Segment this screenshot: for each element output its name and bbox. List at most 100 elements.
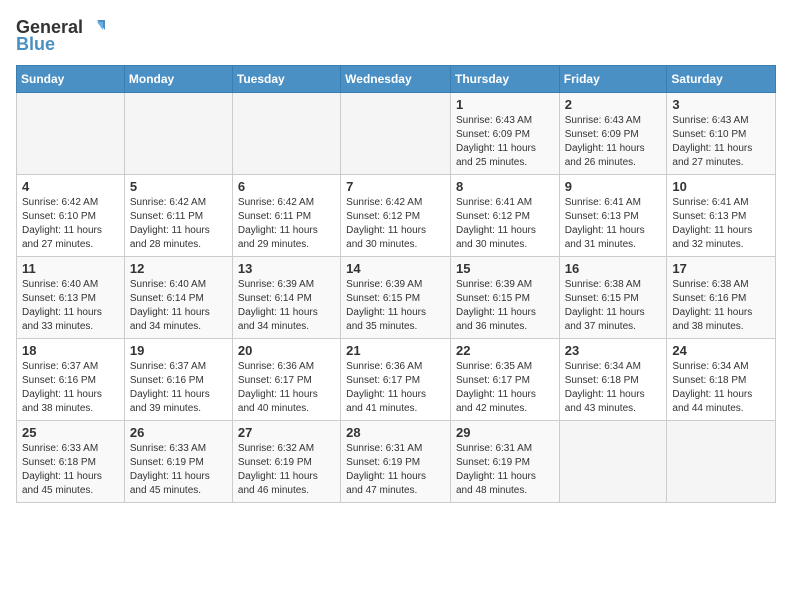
day-info: Sunrise: 6:43 AM Sunset: 6:09 PM Dayligh… xyxy=(565,114,662,170)
day-info: Sunrise: 6:32 AM Sunset: 6:19 PM Dayligh… xyxy=(238,442,335,498)
day-number: 28 xyxy=(346,425,445,440)
day-number: 1 xyxy=(456,97,554,112)
day-info: Sunrise: 6:42 AM Sunset: 6:11 PM Dayligh… xyxy=(238,196,335,252)
day-info: Sunrise: 6:37 AM Sunset: 6:16 PM Dayligh… xyxy=(130,360,227,416)
calendar-cell: 26 Sunrise: 6:33 AM Sunset: 6:19 PM Dayli… xyxy=(124,421,232,503)
calendar-cell: 27 Sunrise: 6:32 AM Sunset: 6:19 PM Dayli… xyxy=(232,421,340,503)
day-info: Sunrise: 6:43 AM Sunset: 6:09 PM Dayligh… xyxy=(456,114,554,170)
calendar-cell: 28 Sunrise: 6:31 AM Sunset: 6:19 PM Dayli… xyxy=(341,421,451,503)
day-info: Sunrise: 6:35 AM Sunset: 6:17 PM Dayligh… xyxy=(456,360,554,416)
calendar-cell: 19 Sunrise: 6:37 AM Sunset: 6:16 PM Dayli… xyxy=(124,339,232,421)
day-of-week-header: Thursday xyxy=(450,66,559,93)
day-number: 3 xyxy=(672,97,770,112)
day-of-week-header: Monday xyxy=(124,66,232,93)
day-info: Sunrise: 6:34 AM Sunset: 6:18 PM Dayligh… xyxy=(672,360,770,416)
day-number: 26 xyxy=(130,425,227,440)
day-number: 7 xyxy=(346,179,445,194)
calendar-cell: 12 Sunrise: 6:40 AM Sunset: 6:14 PM Dayli… xyxy=(124,257,232,339)
day-of-week-header: Wednesday xyxy=(341,66,451,93)
day-info: Sunrise: 6:33 AM Sunset: 6:19 PM Dayligh… xyxy=(130,442,227,498)
calendar-cell xyxy=(232,93,340,175)
calendar-cell xyxy=(17,93,125,175)
day-info: Sunrise: 6:42 AM Sunset: 6:12 PM Dayligh… xyxy=(346,196,445,252)
day-number: 24 xyxy=(672,343,770,358)
calendar-cell xyxy=(124,93,232,175)
day-info: Sunrise: 6:39 AM Sunset: 6:15 PM Dayligh… xyxy=(456,278,554,334)
day-number: 21 xyxy=(346,343,445,358)
calendar-cell: 9 Sunrise: 6:41 AM Sunset: 6:13 PM Daylig… xyxy=(559,175,667,257)
day-number: 6 xyxy=(238,179,335,194)
calendar-cell: 24 Sunrise: 6:34 AM Sunset: 6:18 PM Dayli… xyxy=(667,339,776,421)
calendar-header-row: SundayMondayTuesdayWednesdayThursdayFrid… xyxy=(17,66,776,93)
day-info: Sunrise: 6:40 AM Sunset: 6:13 PM Dayligh… xyxy=(22,278,119,334)
calendar-cell: 5 Sunrise: 6:42 AM Sunset: 6:11 PM Daylig… xyxy=(124,175,232,257)
calendar-cell: 21 Sunrise: 6:36 AM Sunset: 6:17 PM Dayli… xyxy=(341,339,451,421)
page-header: General Blue xyxy=(16,16,776,55)
day-info: Sunrise: 6:41 AM Sunset: 6:13 PM Dayligh… xyxy=(565,196,662,252)
calendar-cell: 22 Sunrise: 6:35 AM Sunset: 6:17 PM Dayli… xyxy=(450,339,559,421)
day-info: Sunrise: 6:38 AM Sunset: 6:15 PM Dayligh… xyxy=(565,278,662,334)
day-number: 5 xyxy=(130,179,227,194)
day-number: 4 xyxy=(22,179,119,194)
day-number: 2 xyxy=(565,97,662,112)
day-info: Sunrise: 6:42 AM Sunset: 6:10 PM Dayligh… xyxy=(22,196,119,252)
day-number: 10 xyxy=(672,179,770,194)
calendar-cell xyxy=(559,421,667,503)
calendar-cell: 25 Sunrise: 6:33 AM Sunset: 6:18 PM Dayli… xyxy=(17,421,125,503)
calendar-cell: 7 Sunrise: 6:42 AM Sunset: 6:12 PM Daylig… xyxy=(341,175,451,257)
day-number: 19 xyxy=(130,343,227,358)
calendar-cell: 6 Sunrise: 6:42 AM Sunset: 6:11 PM Daylig… xyxy=(232,175,340,257)
calendar-cell xyxy=(341,93,451,175)
day-info: Sunrise: 6:42 AM Sunset: 6:11 PM Dayligh… xyxy=(130,196,227,252)
day-number: 11 xyxy=(22,261,119,276)
day-info: Sunrise: 6:34 AM Sunset: 6:18 PM Dayligh… xyxy=(565,360,662,416)
day-number: 20 xyxy=(238,343,335,358)
logo: General Blue xyxy=(16,16,107,55)
day-info: Sunrise: 6:41 AM Sunset: 6:12 PM Dayligh… xyxy=(456,196,554,252)
day-number: 15 xyxy=(456,261,554,276)
calendar-week-row: 25 Sunrise: 6:33 AM Sunset: 6:18 PM Dayli… xyxy=(17,421,776,503)
calendar-cell: 4 Sunrise: 6:42 AM Sunset: 6:10 PM Daylig… xyxy=(17,175,125,257)
day-number: 8 xyxy=(456,179,554,194)
day-of-week-header: Sunday xyxy=(17,66,125,93)
day-number: 12 xyxy=(130,261,227,276)
calendar-table: SundayMondayTuesdayWednesdayThursdayFrid… xyxy=(16,65,776,503)
calendar-cell: 10 Sunrise: 6:41 AM Sunset: 6:13 PM Dayli… xyxy=(667,175,776,257)
day-number: 27 xyxy=(238,425,335,440)
day-info: Sunrise: 6:38 AM Sunset: 6:16 PM Dayligh… xyxy=(672,278,770,334)
day-info: Sunrise: 6:31 AM Sunset: 6:19 PM Dayligh… xyxy=(456,442,554,498)
day-number: 9 xyxy=(565,179,662,194)
day-of-week-header: Saturday xyxy=(667,66,776,93)
day-info: Sunrise: 6:40 AM Sunset: 6:14 PM Dayligh… xyxy=(130,278,227,334)
calendar-cell: 16 Sunrise: 6:38 AM Sunset: 6:15 PM Dayli… xyxy=(559,257,667,339)
day-info: Sunrise: 6:33 AM Sunset: 6:18 PM Dayligh… xyxy=(22,442,119,498)
calendar-cell: 2 Sunrise: 6:43 AM Sunset: 6:09 PM Daylig… xyxy=(559,93,667,175)
day-number: 14 xyxy=(346,261,445,276)
logo-bird-icon xyxy=(85,16,107,38)
calendar-week-row: 11 Sunrise: 6:40 AM Sunset: 6:13 PM Dayli… xyxy=(17,257,776,339)
day-info: Sunrise: 6:36 AM Sunset: 6:17 PM Dayligh… xyxy=(346,360,445,416)
calendar-cell: 29 Sunrise: 6:31 AM Sunset: 6:19 PM Dayli… xyxy=(450,421,559,503)
calendar-cell xyxy=(667,421,776,503)
day-number: 13 xyxy=(238,261,335,276)
calendar-cell: 14 Sunrise: 6:39 AM Sunset: 6:15 PM Dayli… xyxy=(341,257,451,339)
calendar-cell: 17 Sunrise: 6:38 AM Sunset: 6:16 PM Dayli… xyxy=(667,257,776,339)
day-of-week-header: Tuesday xyxy=(232,66,340,93)
day-number: 16 xyxy=(565,261,662,276)
calendar-cell: 20Sunrise: 6:36 AM Sunset: 6:17 PM Dayli… xyxy=(232,339,340,421)
calendar-week-row: 18Sunrise: 6:37 AM Sunset: 6:16 PM Dayli… xyxy=(17,339,776,421)
calendar-cell: 18Sunrise: 6:37 AM Sunset: 6:16 PM Dayli… xyxy=(17,339,125,421)
calendar-week-row: 1 Sunrise: 6:43 AM Sunset: 6:09 PM Daylig… xyxy=(17,93,776,175)
day-number: 25 xyxy=(22,425,119,440)
day-info: Sunrise: 6:31 AM Sunset: 6:19 PM Dayligh… xyxy=(346,442,445,498)
day-info: Sunrise: 6:37 AM Sunset: 6:16 PM Dayligh… xyxy=(22,360,119,416)
day-of-week-header: Friday xyxy=(559,66,667,93)
day-number: 29 xyxy=(456,425,554,440)
day-number: 22 xyxy=(456,343,554,358)
logo-blue: Blue xyxy=(16,34,55,55)
day-info: Sunrise: 6:39 AM Sunset: 6:15 PM Dayligh… xyxy=(346,278,445,334)
day-number: 17 xyxy=(672,261,770,276)
day-info: Sunrise: 6:41 AM Sunset: 6:13 PM Dayligh… xyxy=(672,196,770,252)
day-info: Sunrise: 6:39 AM Sunset: 6:14 PM Dayligh… xyxy=(238,278,335,334)
day-number: 23 xyxy=(565,343,662,358)
